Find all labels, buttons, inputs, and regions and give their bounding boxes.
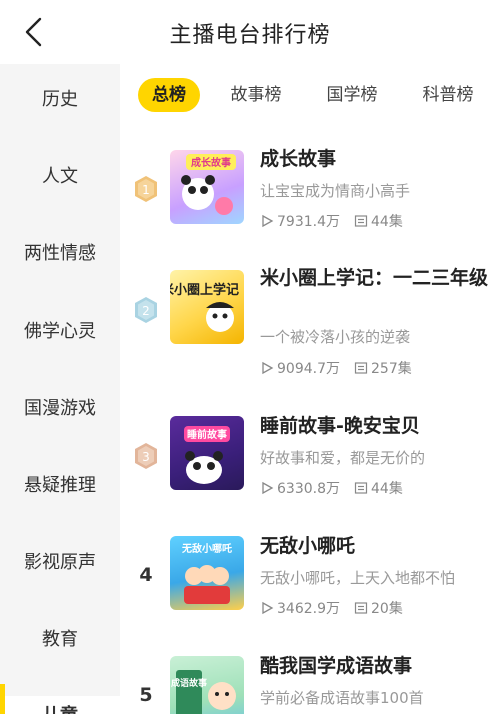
cover-title: 成语故事 xyxy=(171,677,207,689)
cover-image: 成语故事 xyxy=(170,656,244,714)
cover-image: 成长故事 xyxy=(170,150,244,224)
play-count: 6330.8万 xyxy=(277,481,340,497)
list-item[interactable]: 4 无敌小哪吒 无敌小哪吒 无敌小哪吒，上天入地都不怕 3462.9万 20集 xyxy=(120,526,500,626)
list-item[interactable]: 1 成长故事 成长故事 让宝宝成为情商小高手 7931.4万 44集 xyxy=(120,140,500,240)
tab-overall[interactable]: 总榜 xyxy=(138,78,200,112)
item-meta: 7931.4万 44集 xyxy=(260,211,417,231)
tab-science[interactable]: 科普榜 xyxy=(418,78,478,112)
item-title[interactable]: 无敌小哪吒 xyxy=(260,532,490,560)
cover-title: 米小圈上学记 xyxy=(170,282,239,298)
sidebar-active-indicator xyxy=(0,684,5,714)
cover-art: 米小圈上学记 xyxy=(170,282,239,332)
cover-image: 米小圈上学记 xyxy=(170,270,244,344)
item-description: 好故事和爱，都是无价的 xyxy=(260,449,426,467)
sidebar-item-history[interactable]: 历史 xyxy=(0,80,120,120)
cover-art: 成语故事 xyxy=(171,670,236,714)
item-meta: 6330.8万 44集 xyxy=(260,478,417,498)
sidebar-item-education[interactable]: 教育 xyxy=(0,620,120,660)
episode-count: 257集 xyxy=(371,361,412,377)
cover-title: 睡前故事 xyxy=(187,428,227,441)
ranking-tabs: 总榜 故事榜 国学榜 科普榜 xyxy=(120,78,500,112)
item-description: 让宝宝成为情商小高手 xyxy=(260,182,411,200)
sidebar-item-humanities[interactable]: 人文 xyxy=(0,157,120,197)
play-count: 3462.9万 xyxy=(277,601,340,617)
sidebar-item-buddhism[interactable]: 佛学心灵 xyxy=(0,312,120,352)
item-description: 无敌小哪吒，上天入地都不怕 xyxy=(260,569,456,587)
silver-medal-icon: 2 xyxy=(135,297,157,323)
item-title[interactable]: 睡前故事-晚安宝贝 xyxy=(260,412,490,440)
episode-count: 44集 xyxy=(371,214,403,230)
cover-title: 无敌小哪吒 xyxy=(181,542,232,555)
bronze-medal-icon: 3 xyxy=(135,443,157,469)
episode-count: 20集 xyxy=(371,601,403,617)
cover-art: 成长故事 xyxy=(181,154,236,215)
item-title[interactable]: 成长故事 xyxy=(260,145,490,173)
item-title[interactable]: 酷我国学成语故事 xyxy=(260,652,490,680)
cover-image: 睡前故事 xyxy=(170,416,244,490)
page-title: 主播电台排行榜 xyxy=(169,23,331,48)
item-title[interactable]: 米小圈上学记：一二三年级 xyxy=(260,264,490,292)
play-count: 9094.7万 xyxy=(277,361,340,377)
list-item[interactable]: 5 成语故事 酷我国学成语故事 学前必备成语故事100首 xyxy=(120,646,500,714)
episode-list-icon xyxy=(354,602,368,614)
rank-number: 4 xyxy=(139,564,153,586)
cover-art: 睡前故事 xyxy=(184,426,230,484)
sidebar-item-children[interactable]: 儿童 xyxy=(0,696,120,714)
item-meta: 9094.7万 257集 xyxy=(260,358,426,378)
episode-count: 44集 xyxy=(371,481,403,497)
tab-story[interactable]: 故事榜 xyxy=(226,78,286,112)
cover-image: 无敌小哪吒 xyxy=(170,536,244,610)
rank-number: 5 xyxy=(139,684,153,706)
sidebar-item-mystery[interactable]: 悬疑推理 xyxy=(0,466,120,506)
rank-number: 3 xyxy=(142,450,150,464)
item-description: 一个被冷落小孩的逆袭 xyxy=(260,328,411,346)
header: 主播电台排行榜 xyxy=(0,0,500,64)
item-description: 学前必备成语故事100首 xyxy=(260,689,424,707)
cover-art: 无敌小哪吒 xyxy=(181,542,232,604)
rank-number: 2 xyxy=(142,304,150,318)
cover-title: 成长故事 xyxy=(191,156,231,169)
sidebar-item-soundtrack[interactable]: 影视原声 xyxy=(0,543,120,583)
play-icon xyxy=(262,481,274,495)
play-icon xyxy=(262,601,274,615)
gold-medal-icon: 1 xyxy=(135,176,157,202)
play-icon xyxy=(262,361,274,375)
play-icon xyxy=(262,214,274,228)
episode-list-icon xyxy=(354,362,368,374)
sidebar-item-anime-games[interactable]: 国漫游戏 xyxy=(0,389,120,429)
category-sidebar: 历史 人文 两性情感 佛学心灵 国漫游戏 悬疑推理 影视原声 教育 儿童 xyxy=(0,64,120,714)
item-meta: 3462.9万 20集 xyxy=(260,598,417,618)
play-count: 7931.4万 xyxy=(277,214,340,230)
list-item[interactable]: 2 米小圈上学记 米小圈上学记：一二三年级 一个被冷落小孩的逆袭 9094.7万… xyxy=(120,258,500,388)
episode-list-icon xyxy=(354,215,368,227)
sidebar-item-relationships[interactable]: 两性情感 xyxy=(0,234,120,274)
list-item[interactable]: 3 睡前故事 睡前故事-晚安宝贝 好故事和爱，都是无价的 6330.8万 44集 xyxy=(120,406,500,506)
rank-number: 1 xyxy=(142,183,150,197)
episode-list-icon xyxy=(354,482,368,494)
tab-guoxue[interactable]: 国学榜 xyxy=(322,78,382,112)
